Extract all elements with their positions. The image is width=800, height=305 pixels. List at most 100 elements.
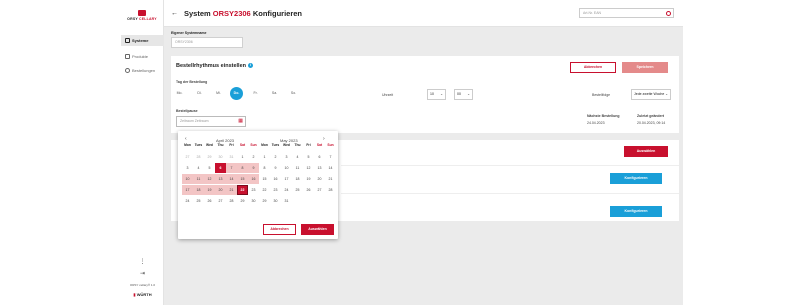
calendar-day[interactable]: 8 xyxy=(259,163,270,173)
calendar-day[interactable]: 9 xyxy=(248,163,259,173)
logo-suffix: CELLARY xyxy=(139,17,157,21)
calendar-day[interactable]: 17 xyxy=(182,185,193,195)
day-do[interactable]: Do. xyxy=(230,87,243,100)
calendar-day[interactable]: 31 xyxy=(281,196,292,206)
calendar-day[interactable]: 25 xyxy=(292,185,303,195)
calendar-day[interactable]: 25 xyxy=(193,196,204,206)
calendar-day[interactable]: 16 xyxy=(270,174,281,184)
minute-select[interactable]: 00 ⌄ xyxy=(454,89,473,100)
calendar-day[interactable]: 14 xyxy=(226,174,237,184)
day-sa[interactable]: Sa. xyxy=(268,87,281,100)
calendar-day[interactable]: 21 xyxy=(325,174,336,184)
search-input[interactable]: Art.Nr. EAN xyxy=(579,8,674,18)
calendar-day[interactable]: 31 xyxy=(226,152,237,162)
calendar-day[interactable]: 15 xyxy=(237,174,248,184)
day-di[interactable]: Di. xyxy=(193,87,206,100)
calendar-day[interactable]: 30 xyxy=(270,196,281,206)
calendar-day[interactable]: 19 xyxy=(303,174,314,184)
info-icon[interactable]: i xyxy=(248,63,253,69)
calendar-day[interactable]: 16 xyxy=(248,174,259,184)
configure-button-1[interactable]: Konfigurieren xyxy=(610,173,662,184)
calendar-day[interactable]: 20 xyxy=(314,174,325,184)
calendar-day[interactable]: 17 xyxy=(281,174,292,184)
add-product-button[interactable]: Auswählen xyxy=(624,146,668,157)
calendar-day[interactable]: 6 xyxy=(215,163,226,173)
calendar-day[interactable]: 29 xyxy=(259,196,270,206)
calendar-day[interactable]: 18 xyxy=(193,185,204,195)
calendar-day[interactable]: 29 xyxy=(237,196,248,206)
calendar-day[interactable]: 20 xyxy=(215,185,226,195)
calendar-day[interactable]: 2 xyxy=(248,152,259,162)
sidebar-item-systeme[interactable]: Systeme xyxy=(121,35,164,46)
configure-button-2[interactable]: Konfigurieren xyxy=(610,206,662,217)
calendar-day[interactable]: 13 xyxy=(314,163,325,173)
calendar-confirm-button[interactable]: Auswählen xyxy=(301,224,334,235)
calendar-day[interactable]: 10 xyxy=(281,163,292,173)
calendar-day[interactable]: 28 xyxy=(325,185,336,195)
day-so[interactable]: So. xyxy=(287,87,300,100)
calendar-day[interactable]: 5 xyxy=(303,152,314,162)
calendar-day[interactable]: 4 xyxy=(193,163,204,173)
calendar-day[interactable]: 11 xyxy=(193,174,204,184)
calendar-day[interactable]: 30 xyxy=(248,196,259,206)
calendar-day[interactable]: 1 xyxy=(259,152,270,162)
save-button[interactable]: Speichern xyxy=(622,62,668,73)
logout-icon[interactable]: ⇥ xyxy=(121,270,164,277)
chevron-right-icon[interactable]: › xyxy=(323,136,325,142)
calendar-day[interactable]: 24 xyxy=(281,185,292,195)
calendar-day[interactable]: 26 xyxy=(303,185,314,195)
calendar-day[interactable]: 5 xyxy=(204,163,215,173)
calendar-day[interactable]: 9 xyxy=(270,163,281,173)
calendar-day[interactable]: 15 xyxy=(259,174,270,184)
calendar-day[interactable]: 10 xyxy=(182,174,193,184)
calendar-day[interactable]: 21 xyxy=(226,185,237,195)
calendar-icon[interactable]: ▦ xyxy=(238,118,243,124)
calendar-day[interactable]: 4 xyxy=(292,152,303,162)
calendar-day[interactable]: 19 xyxy=(204,185,215,195)
arrow-left-icon[interactable]: ← xyxy=(171,10,178,17)
calendar-day[interactable]: 23 xyxy=(270,185,281,195)
next-order-value: 24.04.2023 xyxy=(587,121,605,125)
sidebar: ORSY CELLARY Systeme Produkte Bestellung… xyxy=(121,0,164,305)
calendar-day[interactable]: 3 xyxy=(182,163,193,173)
calendar-day[interactable]: 7 xyxy=(226,163,237,173)
calendar-day[interactable]: 28 xyxy=(226,196,237,206)
period-input[interactable]: Zeitraum Zeitraum ▦ xyxy=(176,116,246,127)
calendar-day[interactable]: 13 xyxy=(215,174,226,184)
calendar-cancel-button[interactable]: Abbrechen xyxy=(263,224,296,235)
calendar-day[interactable]: 22 xyxy=(259,185,270,195)
calendar-day[interactable]: 14 xyxy=(325,163,336,173)
sidebar-item-bestellungen[interactable]: Bestellungen xyxy=(121,65,164,76)
calendar-day[interactable]: 27 xyxy=(215,196,226,206)
calendar-day[interactable]: 8 xyxy=(237,163,248,173)
calendar-day[interactable]: 30 xyxy=(215,152,226,162)
calendar-day[interactable]: 18 xyxy=(292,174,303,184)
calendar-day[interactable]: 6 xyxy=(314,152,325,162)
more-vertical-icon[interactable]: ⋮ xyxy=(121,258,164,265)
cancel-button[interactable]: Abbrechen xyxy=(570,62,616,73)
chevron-left-icon[interactable]: ‹ xyxy=(185,136,187,142)
calendar-day[interactable]: 3 xyxy=(281,152,292,162)
calendar-day[interactable]: 1 xyxy=(237,152,248,162)
calendar-day[interactable]: 27 xyxy=(314,185,325,195)
calendar-day[interactable]: 12 xyxy=(303,163,314,173)
calendar-day[interactable]: 2 xyxy=(270,152,281,162)
calendar-day[interactable]: 24 xyxy=(182,196,193,206)
day-mo[interactable]: Mo. xyxy=(173,87,186,100)
sidebar-item-produkte[interactable]: Produkte xyxy=(121,51,164,62)
calendar-day[interactable]: 27 xyxy=(182,152,193,162)
day-fr[interactable]: Fr. xyxy=(249,87,262,100)
calendar-day[interactable]: 29 xyxy=(204,152,215,162)
weekday-label: Thu xyxy=(217,143,224,147)
calendar-day[interactable]: 7 xyxy=(325,152,336,162)
calendar-day[interactable]: 22 xyxy=(237,185,248,195)
calendar-day[interactable]: 28 xyxy=(193,152,204,162)
calendar-day[interactable]: 11 xyxy=(292,163,303,173)
day-mi[interactable]: Mi. xyxy=(212,87,225,100)
system-name-input[interactable]: ORSY2306 xyxy=(171,37,243,48)
calendar-day[interactable]: 23 xyxy=(248,185,259,195)
hour-select[interactable]: 10 ⌄ xyxy=(427,89,446,100)
calendar-day[interactable]: 26 xyxy=(204,196,215,206)
frequency-select[interactable]: Jede zweite Woche ⌄ xyxy=(631,89,671,100)
calendar-day[interactable]: 12 xyxy=(204,174,215,184)
